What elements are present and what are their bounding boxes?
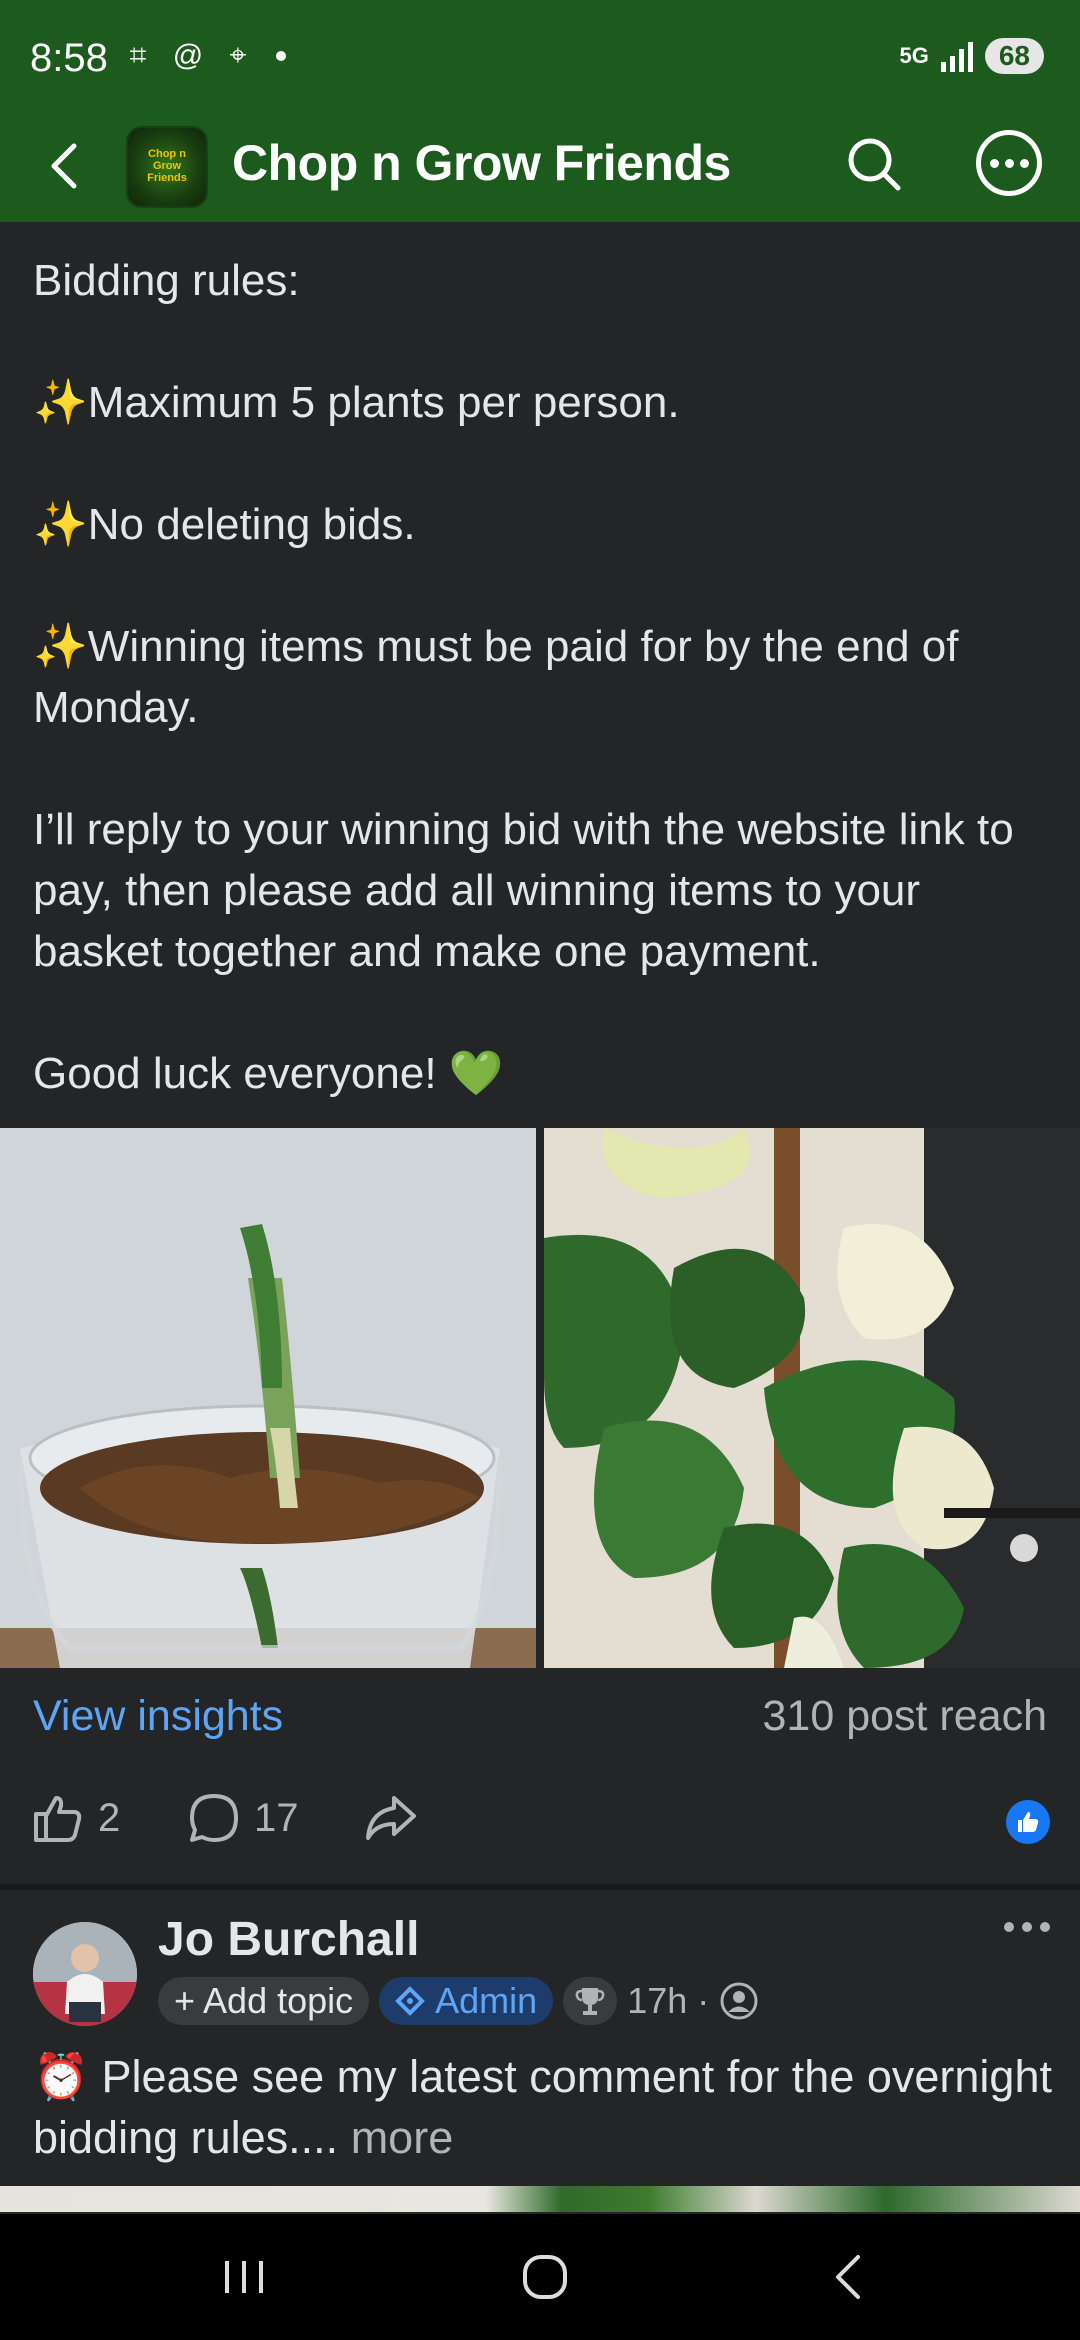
network-type: 5G: [899, 43, 929, 68]
plant-cutting-image: [0, 1128, 536, 1668]
like-count: 2: [98, 1795, 121, 1840]
post-line: Good luck everyone! 💚: [33, 1049, 504, 1098]
battery-indicator: 68: [984, 38, 1044, 74]
post-more-options[interactable]: [1004, 1922, 1050, 1932]
see-more-link[interactable]: more: [338, 2112, 454, 2163]
more-icon-dot: [1019, 158, 1029, 168]
status-bar: 8:58 ⌗ @ ⌖ 5G 68: [0, 0, 1080, 120]
back-button[interactable]: [36, 136, 96, 196]
post-line: ✨Winning items must be paid for by the e…: [33, 622, 959, 732]
variegated-monstera-photo[interactable]: [544, 1128, 1080, 1668]
like-button[interactable]: 2: [30, 1790, 120, 1846]
location-icon: ⌖: [229, 39, 247, 72]
recent-apps-button[interactable]: [204, 2244, 284, 2310]
comment-icon: [190, 1794, 238, 1842]
post-line: ✨No deleting bids.: [33, 500, 416, 549]
status-time: 8:58: [30, 36, 108, 80]
group-header: Chop n Grow Friends Chop n Grow Friends: [0, 120, 1080, 222]
author-name[interactable]: Jo Burchall: [158, 1912, 419, 1967]
post-line: ✨Maximum 5 plants per person.: [33, 378, 680, 427]
post-photos: [0, 1128, 1080, 1668]
home-icon: [523, 2255, 567, 2299]
search-icon: [848, 138, 901, 191]
post-line-gap: [33, 433, 1053, 494]
recent-apps-icon: [225, 2261, 263, 2293]
comment-count: 17: [254, 1795, 299, 1840]
more-icon-dot: [989, 158, 999, 168]
more-icon-dot: [1004, 158, 1014, 168]
threads-icon: @: [172, 39, 204, 72]
post-line: Bidding rules:: [33, 256, 300, 305]
trophy-icon: [575, 1988, 605, 2015]
post-divider: [0, 1884, 1080, 1890]
like-reaction-badge[interactable]: [1006, 1800, 1050, 1844]
back-icon: [836, 2255, 860, 2299]
status-system-icons: 5G 68: [899, 38, 1044, 74]
status-notification-icons: ⌗ @ ⌖: [120, 38, 286, 74]
plant-cutting-photo[interactable]: [0, 1128, 536, 1668]
admin-badge[interactable]: Admin: [379, 1977, 554, 2025]
more-notifications-dot: [276, 51, 286, 61]
more-icon-dot: [1004, 1922, 1014, 1932]
admin-diamond-icon: [395, 1986, 425, 2016]
thumbs-up-icon: [1018, 1812, 1039, 1832]
admin-label: Admin: [435, 1980, 538, 2021]
thumbs-up-icon: [34, 1796, 82, 1842]
search-button[interactable]: [840, 130, 910, 200]
next-post-image-preview[interactable]: [0, 2186, 1080, 2212]
comment-button[interactable]: 17: [186, 1790, 299, 1846]
more-icon-dot: [1022, 1922, 1032, 1932]
post-line-gap: [33, 982, 1053, 1043]
post-line-gap: [33, 311, 1053, 372]
monstera-image: [544, 1128, 1080, 1668]
group-privacy-icon: [720, 1982, 758, 2020]
post-line-gap: [33, 555, 1053, 616]
chevron-left-icon: [51, 143, 77, 189]
author-photo: [33, 1922, 137, 2026]
more-options-button[interactable]: [976, 130, 1042, 196]
share-button[interactable]: [362, 1790, 418, 1846]
system-nav-bar: [0, 2214, 1080, 2340]
post-time: 17h ·: [627, 1980, 710, 2021]
add-topic-label: + Add topic: [174, 1980, 354, 2021]
group-avatar[interactable]: Chop n Grow Friends: [126, 126, 208, 208]
view-insights-link[interactable]: View insights: [33, 1692, 283, 1741]
system-back-button[interactable]: [808, 2244, 888, 2310]
post-body: Bidding rules: ✨Maximum 5 plants per per…: [33, 250, 1053, 1104]
trophy-badge[interactable]: [563, 1977, 618, 2025]
more-icon-dot: [1040, 1922, 1050, 1932]
post-line-gap: [33, 738, 1053, 799]
home-button[interactable]: [505, 2244, 585, 2310]
top-bar: 8:58 ⌗ @ ⌖ 5G 68 Chop n Grow Friends Cho…: [0, 0, 1080, 222]
avatar[interactable]: [33, 1922, 137, 2026]
post-actions: 2 17: [30, 1790, 1050, 1860]
group-logo: Chop n Grow Friends: [147, 148, 187, 184]
add-topic-button[interactable]: + Add topic: [158, 1977, 370, 2025]
share-icon: [366, 1796, 416, 1840]
screenshot-icon: ⌗: [129, 39, 147, 72]
page-title[interactable]: Chop n Grow Friends: [232, 134, 731, 192]
signal-icon: [940, 40, 973, 72]
post-meta: + Add topic Admin 17h ·: [158, 1977, 759, 2025]
post-line: I’ll reply to your winning bid with the …: [33, 805, 1014, 976]
next-post-body: ⏰ Please see my latest comment for the o…: [33, 2051, 1052, 2163]
next-post-text: ⏰ Please see my latest comment for the o…: [33, 2046, 1053, 2168]
post-reach: 310 post reach: [762, 1692, 1047, 1740]
